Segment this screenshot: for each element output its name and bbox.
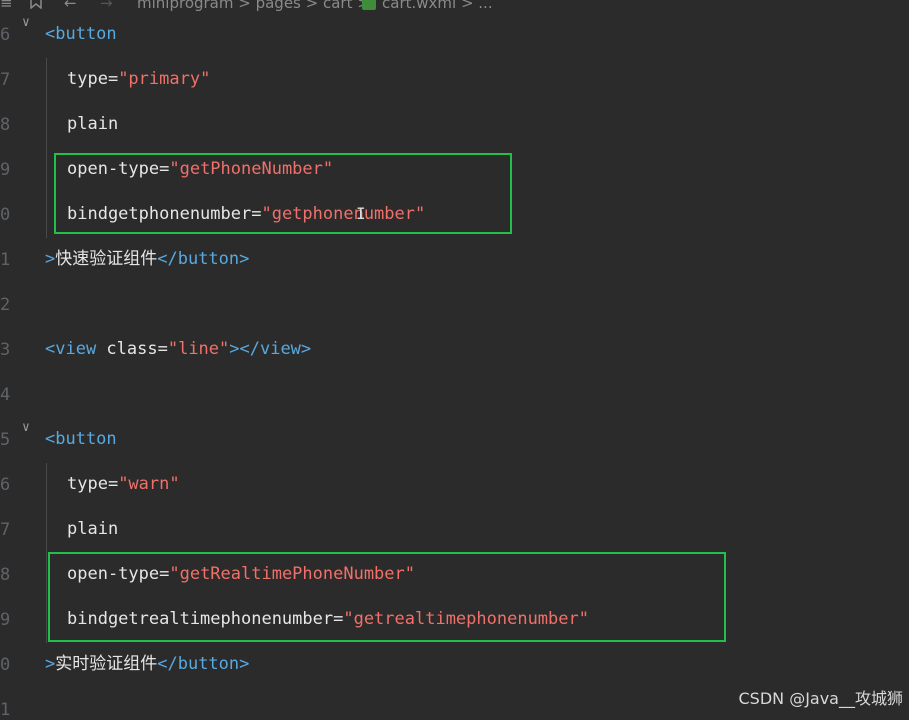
fold-chevron-icon[interactable]: ∨ [22,16,30,29]
line-number: 7 [0,520,11,540]
line-number: 8 [0,115,11,135]
line-number: 4 [0,385,11,405]
watermark: CSDN @Java__攻城狮 [738,689,903,708]
line-number: 2 [0,295,11,315]
indent-guide [46,58,47,238]
line-number-gutter: 6 7 8 9 0 1 2 3 4 5 6 7 8 9 0 1 [0,0,14,720]
code-line-button-close[interactable]: >快速验证组件</button> [45,248,249,270]
line-number: 3 [0,340,11,360]
code-line-button-close[interactable]: >实时验证组件</button> [45,653,249,675]
back-arrow-icon[interactable]: ← [64,0,77,12]
breadcrumb-file-label: cart.wxml > ... [382,0,493,12]
line-number: 0 [0,205,11,225]
line-number: 1 [0,250,11,270]
code-line-view[interactable]: <view class="line"></view> [45,338,311,360]
line-number: 6 [0,475,11,495]
indent-guide [46,463,47,643]
line-number: 1 [0,700,11,720]
highlight-box [48,552,726,642]
line-number: 7 [0,70,11,90]
line-number: 8 [0,565,11,585]
breadcrumb-path[interactable]: miniprogram > pages > cart > [137,0,370,12]
line-number: 0 [0,655,11,675]
fold-chevron-icon[interactable]: ∨ [22,421,30,434]
code-line-plain[interactable]: plain [67,113,118,135]
code-line-button-open[interactable]: <button [45,23,117,45]
bookmark-icon[interactable] [30,0,42,12]
forward-arrow-icon[interactable]: → [100,0,113,12]
line-number: 9 [0,610,11,630]
wxml-file-icon [362,0,376,10]
line-number: 5 [0,430,11,450]
breadcrumb-bar: ≡ ← → miniprogram > pages > cart > cart.… [0,0,909,16]
code-line-type-warn[interactable]: type="warn" [67,473,180,495]
code-line-button-open[interactable]: <button [45,428,117,450]
line-number: 6 [0,25,11,45]
breadcrumb-file[interactable]: cart.wxml > ... [362,0,493,12]
line-number: 9 [0,160,11,180]
code-line-plain[interactable]: plain [67,518,118,540]
code-line-type-primary[interactable]: type="primary" [67,68,210,90]
highlight-box [54,153,512,234]
